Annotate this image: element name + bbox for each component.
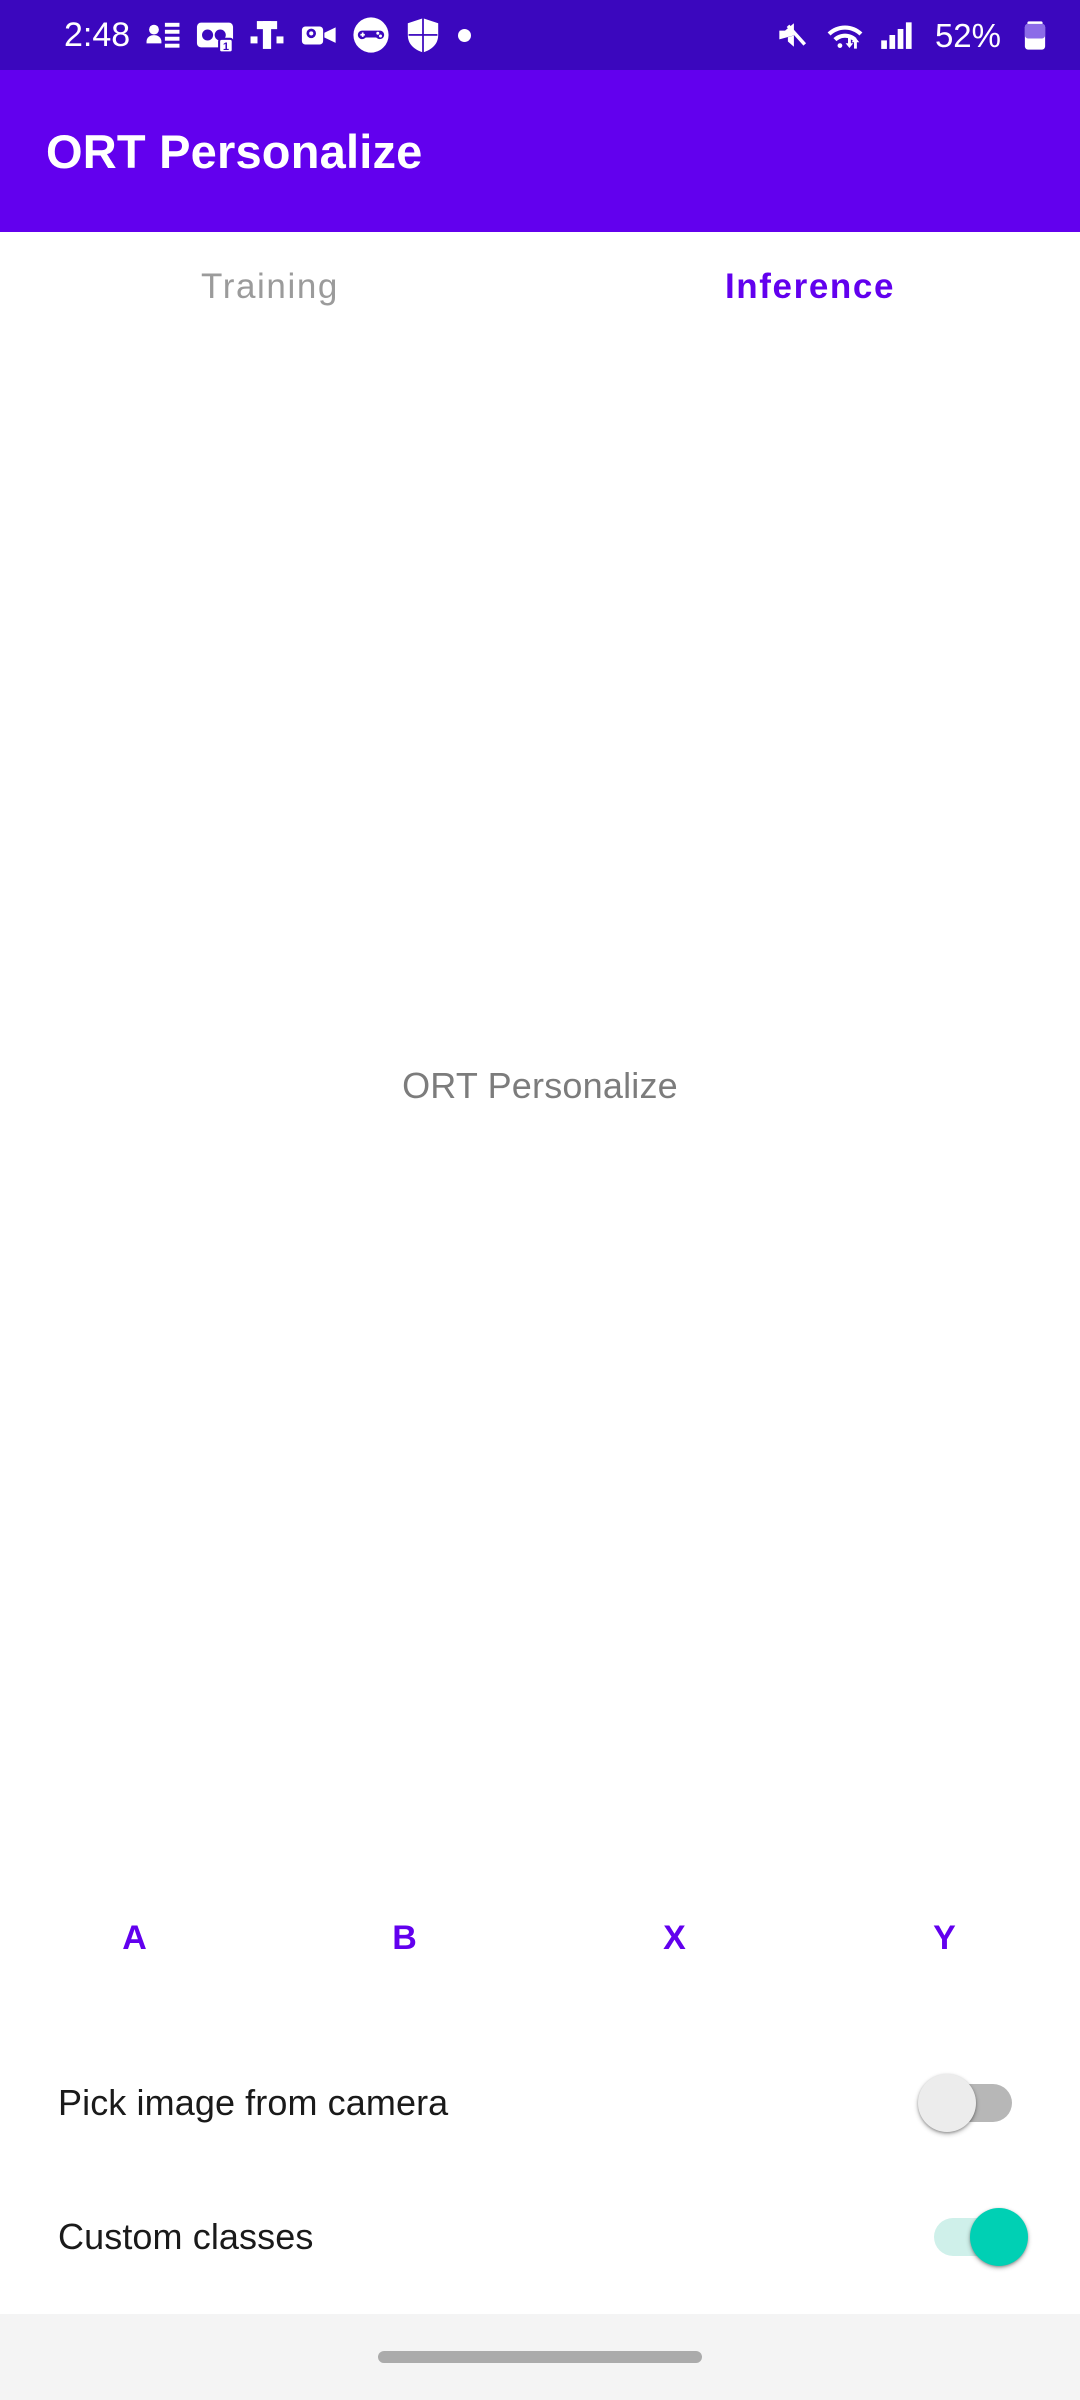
contacts-card-icon: [146, 22, 180, 48]
status-bar-left-group: 2:48 1: [0, 16, 773, 54]
tab-inference[interactable]: Inference: [540, 232, 1080, 342]
svg-text:1: 1: [223, 41, 229, 53]
status-bar-clock: 2:48: [64, 16, 131, 54]
windows-security-shield-icon: [407, 18, 439, 53]
tab-bar: Training Inference: [0, 232, 1080, 342]
game-controller-icon: [353, 17, 389, 53]
page-title: ORT Personalize: [46, 124, 423, 178]
t-mobile-icon: [250, 21, 284, 49]
class-button-x[interactable]: X: [540, 1901, 810, 1976]
switch-custom-classes[interactable]: [926, 2206, 1028, 2268]
switch-pick-image-from-camera[interactable]: [918, 2072, 1018, 2134]
outlook-video-icon: [302, 26, 336, 45]
switch-label-pick-image-from-camera: Pick image from camera: [58, 2082, 449, 2123]
inference-panel: ORT Personalize A B X Y Pick image from …: [0, 342, 1080, 2314]
class-button-row: A B X Y: [0, 1829, 1080, 2036]
battery-percent-label: 52%: [934, 16, 1001, 54]
class-button-y[interactable]: Y: [810, 1901, 1080, 1976]
system-navigation-bar: [0, 2314, 1080, 2400]
tab-training[interactable]: Training: [0, 232, 540, 342]
notification-dot-icon: [458, 28, 472, 42]
voicemail-icon: 1: [197, 22, 234, 54]
cellular-signal-icon: [881, 22, 912, 49]
image-placeholder-label: ORT Personalize: [402, 1064, 678, 1106]
switch-row-pick-image-from-camera[interactable]: Pick image from camera: [0, 2036, 1080, 2170]
status-bar-right-group: 52%: [773, 16, 1054, 54]
class-button-b[interactable]: B: [270, 1901, 540, 1976]
app-bar: ORT Personalize: [0, 70, 1080, 232]
volume-mute-icon: [779, 23, 806, 47]
battery-icon: [1024, 21, 1046, 50]
class-button-a[interactable]: A: [0, 1901, 270, 1976]
status-bar: 2:48 1 52%: [0, 0, 1080, 70]
switch-thumb: [918, 2074, 976, 2132]
gesture-pill[interactable]: [378, 2351, 702, 2363]
switch-thumb: [970, 2208, 1028, 2266]
switch-label-custom-classes: Custom classes: [58, 2216, 314, 2257]
image-preview-area[interactable]: ORT Personalize: [0, 342, 1080, 1829]
wifi-transfer-icon: [827, 25, 863, 49]
phone-screen: 2:48 1 52% ORT Personalize Training Infe…: [0, 0, 1080, 2400]
switch-row-custom-classes[interactable]: Custom classes: [0, 2170, 1080, 2304]
settings-switch-list: Pick image from camera Custom classes: [0, 2036, 1080, 2314]
